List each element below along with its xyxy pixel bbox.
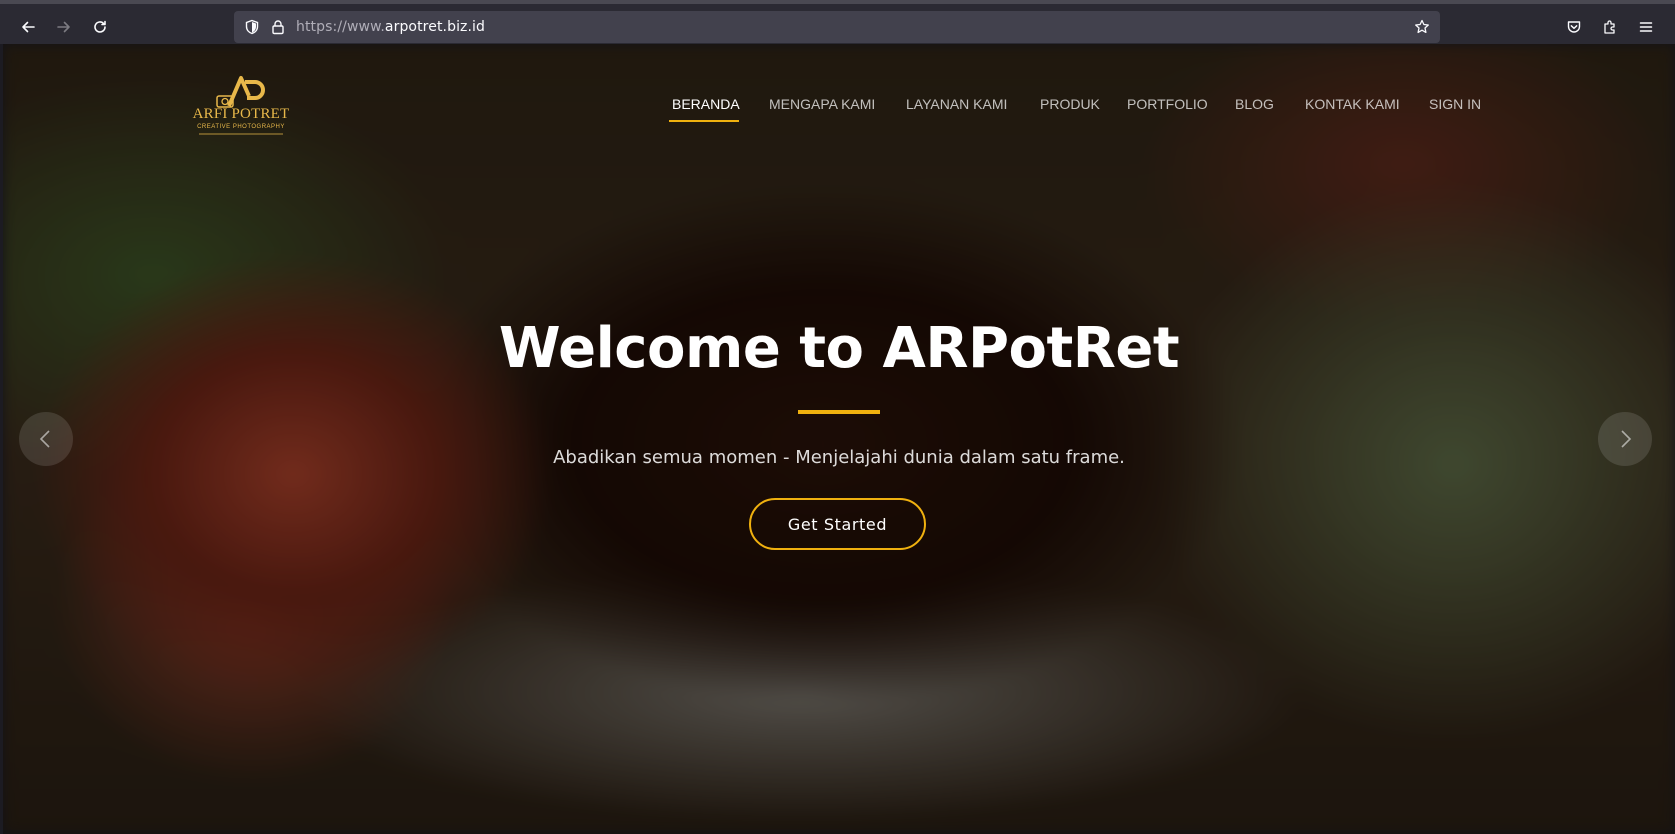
hero-subtitle: Abadikan semua momen - Menjelajahi dunia… [553,447,1125,468]
nav-item-blog[interactable]: BLOG [1235,96,1274,112]
get-started-button[interactable]: Get Started [749,498,926,550]
pocket-icon [1567,21,1581,33]
app-menu-button[interactable] [1632,13,1660,41]
logo-tagline: CREATIVE PHOTOGRAPHY [197,124,285,130]
nav-item-produk[interactable]: PRODUK [1040,96,1100,112]
nav-item-kontak-kami[interactable]: KONTAK KAMI [1305,96,1400,112]
puzzle-icon [1604,20,1615,34]
nav-item-portfolio[interactable]: PORTFOLIO [1127,96,1208,112]
chevron-left-icon [39,430,50,448]
hero-overlay [3,44,1675,834]
nav-item-beranda[interactable]: BERANDA [672,96,740,112]
nav-active-indicator [669,120,739,122]
page-viewport: ARFI POTRET CREATIVE PHOTOGRAPHY BERANDA… [3,44,1675,834]
hero-title: Welcome to ARPotRet [498,316,1180,381]
carousel-prev-button[interactable] [19,412,73,466]
nav-item-mengapa-kami[interactable]: MENGAPA KAMI [769,96,875,112]
pocket-button[interactable] [1560,13,1588,41]
hamburger-icon [1639,22,1653,32]
hero-title-divider [798,410,880,414]
carousel-next-button[interactable] [1598,412,1652,466]
nav-item-layanan-kami[interactable]: LAYANAN KAMI [906,96,1007,112]
nav-item-sign-in[interactable]: SIGN IN [1429,96,1481,112]
main-nav: BERANDA MENGAPA KAMI LAYANAN KAMI PRODUK… [3,96,1675,122]
chevron-right-icon [1621,430,1632,448]
extensions-button[interactable] [1596,13,1624,41]
browser-toolbar: https://www.arpotret.biz.id [0,0,1675,44]
